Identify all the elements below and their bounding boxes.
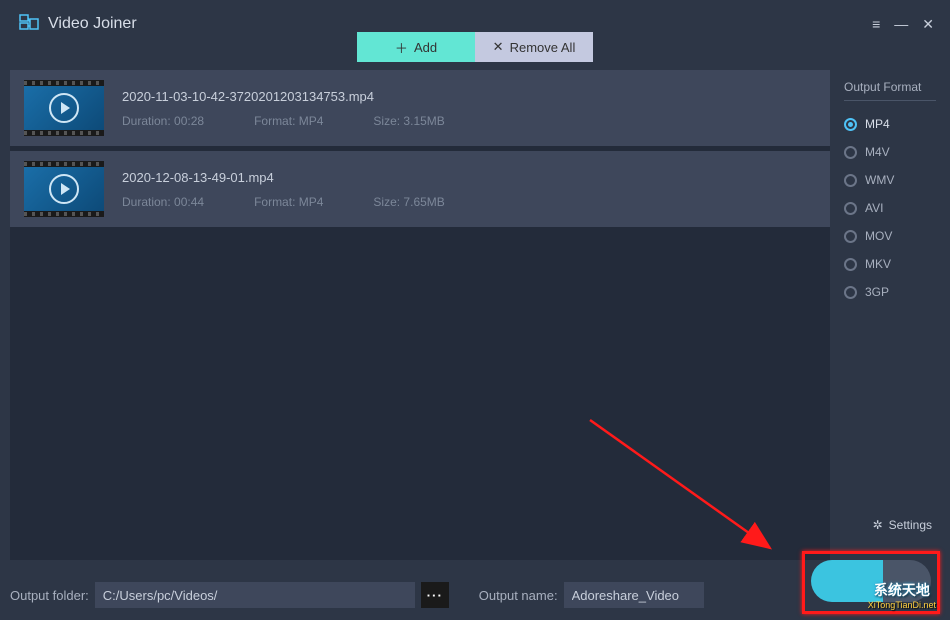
radio-icon	[844, 258, 857, 271]
radio-icon	[844, 230, 857, 243]
output-name-label: Output name:	[479, 588, 558, 603]
video-format: Format: MP4	[254, 195, 323, 209]
join-button[interactable]	[811, 560, 931, 602]
format-option-mp4[interactable]: MP4	[844, 117, 936, 131]
minimize-icon[interactable]: —	[894, 16, 908, 32]
play-icon	[49, 93, 79, 123]
video-filename: 2020-12-08-13-49-01.mp4	[122, 170, 816, 185]
join-button-highlight	[802, 551, 940, 614]
format-option-3gp[interactable]: 3GP	[844, 285, 936, 299]
video-item[interactable]: 2020-11-03-10-42-3720201203134753.mp4 Du…	[10, 70, 830, 146]
settings-link[interactable]: ✲ Settings	[873, 518, 932, 532]
app-title: Video Joiner	[48, 15, 137, 33]
radio-icon	[844, 146, 857, 159]
output-format-sidebar: Output Format MP4 M4V WMV AVI MOV MKV 3GP	[840, 70, 940, 560]
video-list: 2020-11-03-10-42-3720201203134753.mp4 Du…	[10, 70, 830, 560]
app-logo-icon	[18, 13, 40, 35]
video-filename: 2020-11-03-10-42-3720201203134753.mp4	[122, 89, 816, 104]
video-thumbnail[interactable]	[24, 80, 104, 136]
radio-icon	[844, 118, 857, 131]
close-icon[interactable]: ✕	[922, 16, 934, 33]
output-folder-input[interactable]	[95, 582, 415, 608]
output-name-input[interactable]	[564, 582, 704, 608]
browse-folder-button[interactable]: ···	[421, 582, 449, 608]
video-format: Format: MP4	[254, 114, 323, 128]
format-option-mov[interactable]: MOV	[844, 229, 936, 243]
radio-icon	[844, 174, 857, 187]
video-duration: Duration: 00:44	[122, 195, 204, 209]
add-button[interactable]: ＋ Add	[357, 32, 475, 62]
video-thumbnail[interactable]	[24, 161, 104, 217]
format-option-wmv[interactable]: WMV	[844, 173, 936, 187]
format-option-avi[interactable]: AVI	[844, 201, 936, 215]
x-icon: ✕	[493, 39, 504, 55]
video-duration: Duration: 00:28	[122, 114, 204, 128]
radio-icon	[844, 202, 857, 215]
video-size: Size: 3.15MB	[373, 114, 444, 128]
format-option-mkv[interactable]: MKV	[844, 257, 936, 271]
video-size: Size: 7.65MB	[373, 195, 444, 209]
play-icon	[49, 174, 79, 204]
sidebar-title: Output Format	[844, 80, 936, 101]
radio-icon	[844, 286, 857, 299]
menu-icon[interactable]: ≡	[872, 16, 880, 32]
output-folder-label: Output folder:	[10, 588, 89, 603]
remove-all-button[interactable]: ✕ Remove All	[475, 32, 593, 62]
format-option-m4v[interactable]: M4V	[844, 145, 936, 159]
plus-icon: ＋	[395, 38, 408, 57]
gear-icon: ✲	[873, 518, 883, 532]
video-item[interactable]: 2020-12-08-13-49-01.mp4 Duration: 00:44 …	[10, 151, 830, 227]
